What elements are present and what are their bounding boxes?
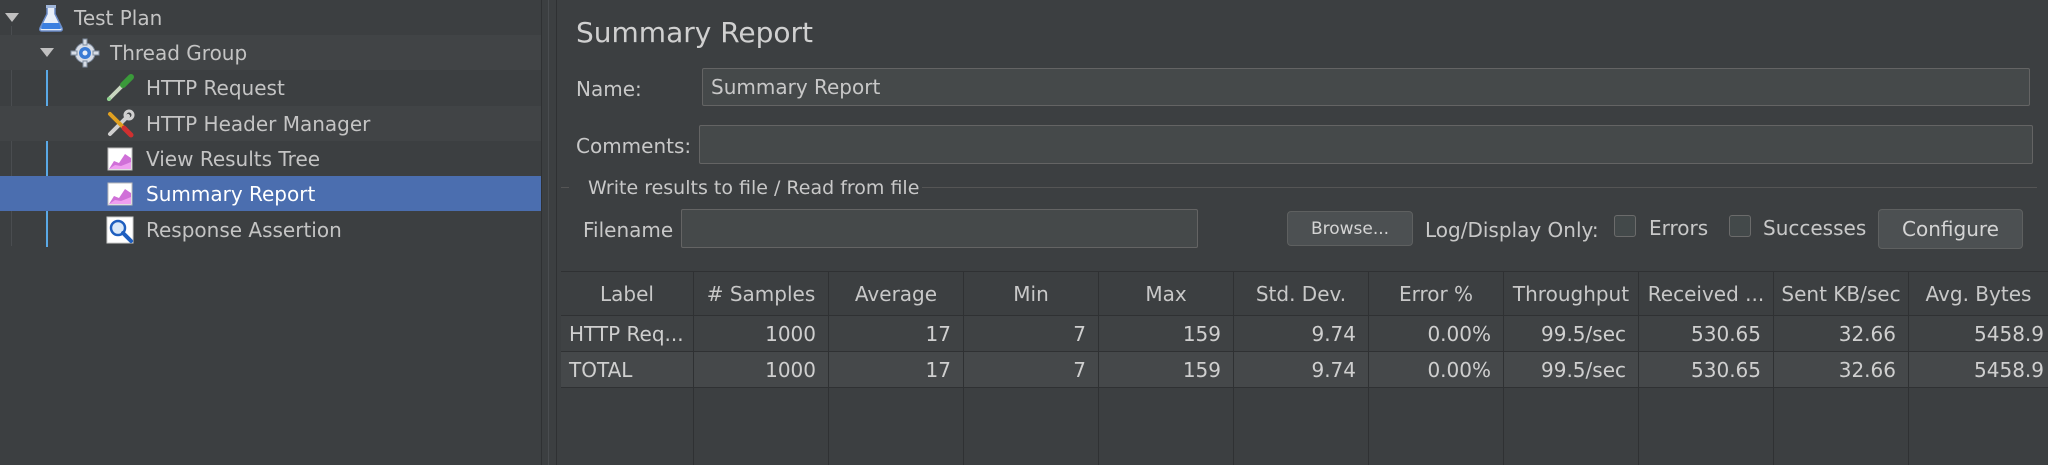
successes-label: Successes [1763, 216, 1867, 240]
group-border [561, 187, 569, 188]
table-cell: 99.5/sec [1504, 352, 1639, 388]
pipette-icon [105, 73, 135, 103]
filename-field[interactable] [681, 209, 1198, 248]
flask-icon [36, 3, 66, 33]
tree-item-label: Thread Group [110, 40, 248, 65]
chart-icon [105, 179, 135, 209]
tree-item-label: View Results Tree [146, 146, 321, 171]
column-divider [1098, 388, 1099, 465]
tree-item-label: Response Assertion [146, 217, 342, 242]
configure-button[interactable]: Configure [1878, 209, 2023, 249]
expand-caret-icon[interactable] [4, 10, 20, 26]
table-cell: 5458.9 [1909, 316, 2048, 352]
column-header-min[interactable]: Min [964, 271, 1099, 316]
tree-item-summary-report[interactable]: Summary Report [0, 176, 541, 211]
comments-label: Comments: [576, 134, 692, 158]
table-cell: 32.66 [1774, 316, 1909, 352]
magnifier-icon [105, 215, 135, 245]
column-header-samples[interactable]: # Samples [694, 271, 829, 316]
successes-checkbox[interactable] [1729, 215, 1751, 237]
column-header-max[interactable]: Max [1099, 271, 1234, 316]
table-cell: 17 [829, 316, 964, 352]
file-group-title: Write results to file / Read from file [588, 177, 920, 199]
column-header-received[interactable]: Received ... [1639, 271, 1774, 316]
table-cell: 1000 [694, 316, 829, 352]
column-divider [1908, 388, 1909, 465]
name-label: Name: [576, 77, 642, 101]
column-header-sent[interactable]: Sent KB/sec [1774, 271, 1909, 316]
table-cell: 530.65 [1639, 352, 1774, 388]
errors-checkbox[interactable] [1614, 215, 1636, 237]
column-divider [1233, 388, 1234, 465]
browse-button[interactable]: Browse... [1287, 211, 1413, 246]
table-cell: 159 [1099, 316, 1234, 352]
wrench-screwdriver-icon [105, 109, 135, 139]
table-cell: 159 [1099, 352, 1234, 388]
column-header-std-dev[interactable]: Std. Dev. [1234, 271, 1369, 316]
gear-icon [70, 38, 100, 68]
chart-icon [105, 144, 135, 174]
column-divider [693, 388, 694, 465]
table-cell: 9.74 [1234, 316, 1369, 352]
errors-label: Errors [1649, 216, 1709, 240]
column-header-avg-bytes[interactable]: Avg. Bytes [1909, 271, 2048, 316]
log-display-label: Log/Display Only: [1425, 218, 1599, 242]
tree-item-label: Test Plan [74, 5, 163, 30]
column-header-label[interactable]: Label [561, 271, 694, 316]
tree-item-http-header-manager[interactable]: HTTP Header Manager [0, 106, 541, 141]
table-cell: 0.00% [1369, 352, 1504, 388]
table-cell: 7 [964, 316, 1099, 352]
table-cell: TOTAL [561, 352, 694, 388]
name-field[interactable] [702, 68, 2030, 106]
expand-caret-icon[interactable] [39, 45, 55, 61]
table-cell: 530.65 [1639, 316, 1774, 352]
table-cell: 17 [829, 352, 964, 388]
tree-item-label: HTTP Request [146, 75, 285, 100]
table-cell: 99.5/sec [1504, 316, 1639, 352]
column-header-error-pct[interactable]: Error % [1369, 271, 1504, 316]
column-header-average[interactable]: Average [829, 271, 964, 316]
table-cell: 1000 [694, 352, 829, 388]
split-pane-divider[interactable] [541, 0, 557, 465]
test-plan-tree[interactable]: Test Plan Thread Group HTTP Request HTTP… [0, 0, 541, 465]
column-divider [1503, 388, 1504, 465]
column-header-throughput[interactable]: Throughput [1504, 271, 1639, 316]
page-title: Summary Report [576, 16, 814, 49]
tree-item-response-assertion[interactable]: Response Assertion [0, 212, 541, 247]
column-divider [1638, 388, 1639, 465]
table-cell: 5458.9 [1909, 352, 2048, 388]
table-cell: 32.66 [1774, 352, 1909, 388]
column-divider [1368, 388, 1369, 465]
table-cell: HTTP Req... [561, 316, 694, 352]
column-divider [1773, 388, 1774, 465]
filename-label: Filename [583, 218, 674, 242]
summary-table[interactable]: Label # Samples Average Min Max Std. Dev… [561, 271, 2048, 465]
column-divider [963, 388, 964, 465]
tree-item-http-request[interactable]: HTTP Request [0, 70, 541, 105]
table-cell: 7 [964, 352, 1099, 388]
tree-item-view-results-tree[interactable]: View Results Tree [0, 141, 541, 176]
table-cell: 0.00% [1369, 316, 1504, 352]
tree-item-label: HTTP Header Manager [146, 111, 371, 136]
table-cell: 9.74 [1234, 352, 1369, 388]
tree-item-label: Summary Report [146, 181, 316, 206]
tree-item-thread-group[interactable]: Thread Group [0, 35, 541, 70]
column-divider [828, 388, 829, 465]
tree-item-test-plan[interactable]: Test Plan [0, 0, 541, 35]
group-border [922, 187, 2037, 188]
comments-field[interactable] [699, 125, 2033, 164]
